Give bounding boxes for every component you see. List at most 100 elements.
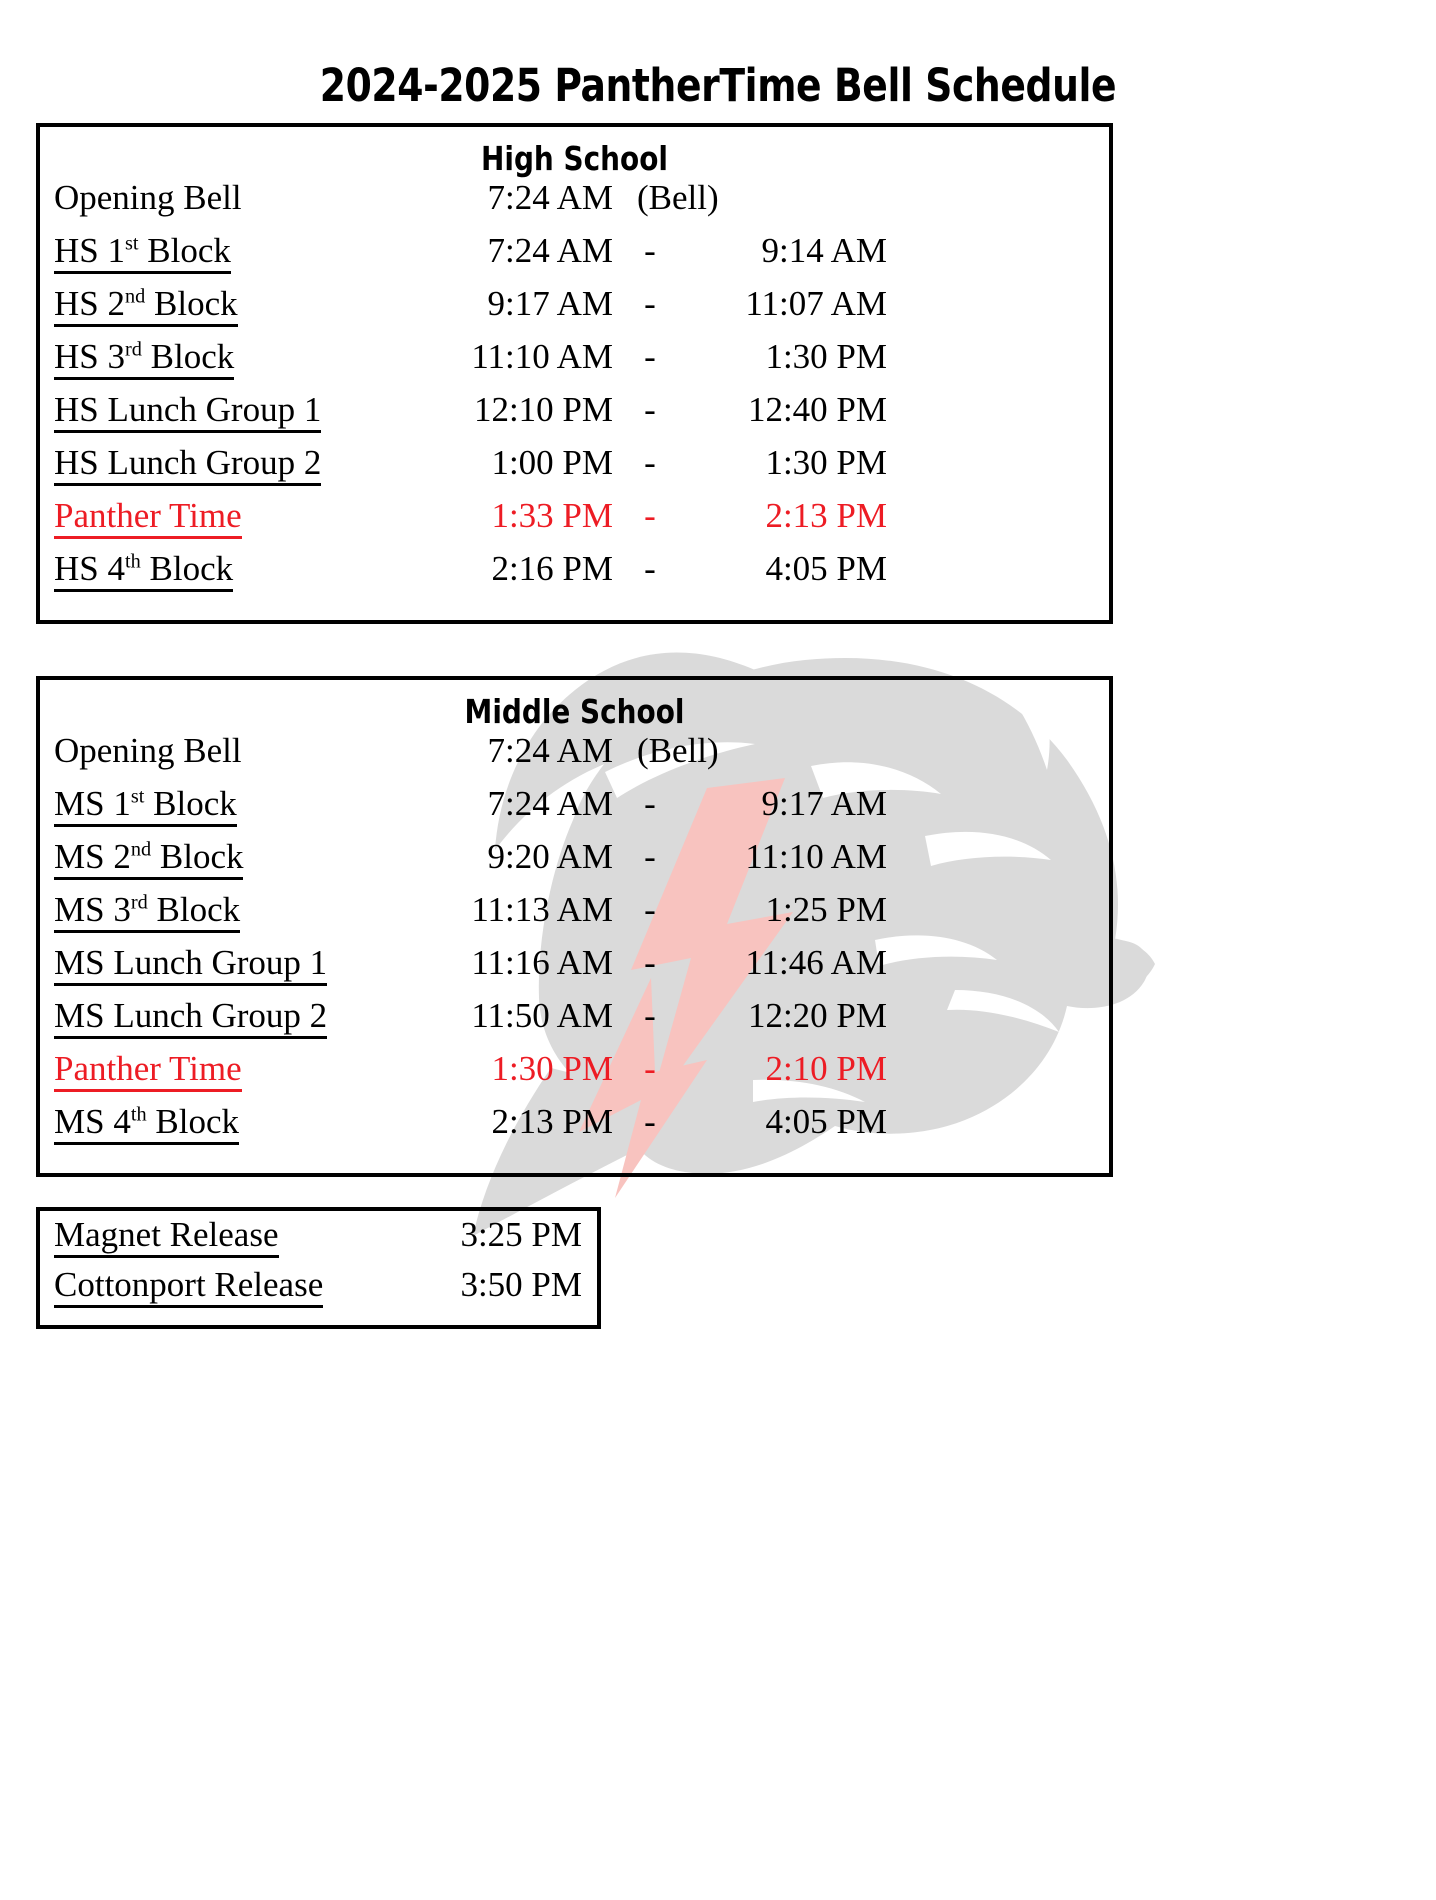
schedule-row: MS 3rd Block 11:13 AM - 1:25 PM <box>40 892 1109 945</box>
schedule-row-end-time: 11:46 AM <box>745 943 887 983</box>
schedule-row-start-time: 1:00 PM <box>491 443 613 483</box>
schedule-row-end-time: 1:30 PM <box>765 337 887 377</box>
schedule-row-start-time: 11:10 AM <box>471 337 613 377</box>
row-label-text: HS 1st Block <box>54 232 231 275</box>
middle-school-schedule-box: Middle School Opening Bell 7:24 AM (Bell) M… <box>36 676 1113 1178</box>
schedule-row-end-time: 2:10 PM <box>765 1049 887 1089</box>
ordinal-suffix: rd <box>125 338 142 361</box>
schedule-row-dash: - <box>644 1102 656 1142</box>
schedule-row-dash: - <box>644 496 656 536</box>
schedule-row-label: HS 2nd Block <box>40 285 420 328</box>
schedule-row-start-time: 7:24 AM <box>487 731 613 771</box>
schedule-row-start-time: 7:24 AM <box>487 178 613 218</box>
row-label-text: HS Lunch Group 2 <box>54 445 322 487</box>
schedule-row-dash: - <box>644 231 656 271</box>
schedule-row: Opening Bell 7:24 AM (Bell) <box>40 733 1109 786</box>
schedule-row-end-time: 4:05 PM <box>765 1102 887 1142</box>
schedule-row-note: (Bell) <box>637 178 719 218</box>
ordinal-suffix: nd <box>125 285 146 308</box>
schedule-row-end-time: 2:13 PM <box>765 496 887 536</box>
schedule-row-start-time: 11:13 AM <box>471 890 613 930</box>
schedule-row-label: HS Lunch Group 2 <box>40 445 420 487</box>
row-label-text: Opening Bell <box>54 731 242 771</box>
schedule-row-end-time: 1:25 PM <box>765 890 887 930</box>
schedule-row-dash: - <box>644 996 656 1036</box>
schedule-row: HS Lunch Group 2 1:00 PM - 1:30 PM <box>40 445 1109 498</box>
release-row: Cottonport Release 3:50 PM <box>40 1267 597 1317</box>
schedule-row-label: HS 1st Block <box>40 232 420 275</box>
schedule-row-end-time: 9:14 AM <box>761 231 887 271</box>
schedule-row-end-time: 1:30 PM <box>765 443 887 483</box>
release-row-label: Magnet Release <box>40 1217 412 1259</box>
release-row: Magnet Release 3:25 PM <box>40 1217 597 1267</box>
schedule-row: HS 2nd Block 9:17 AM - 11:07 AM <box>40 286 1109 339</box>
schedule-row: Panther Time 1:33 PM - 2:13 PM <box>40 498 1109 551</box>
schedule-row-start-time: 2:16 PM <box>491 549 613 589</box>
schedule-row-dash: - <box>644 890 656 930</box>
ordinal-suffix: th <box>125 550 141 573</box>
schedule-row-start-time: 9:20 AM <box>487 837 613 877</box>
schedule-row-note: (Bell) <box>637 731 719 771</box>
schedule-row-dash: - <box>644 784 656 824</box>
schedule-row: HS Lunch Group 1 12:10 PM - 12:40 PM <box>40 392 1109 445</box>
row-label-text: HS 4th Block <box>54 550 234 593</box>
schedule-row-label: HS Lunch Group 1 <box>40 392 420 434</box>
schedule-row: MS 1st Block 7:24 AM - 9:17 AM <box>40 786 1109 839</box>
schedule-row: MS Lunch Group 1 11:16 AM - 11:46 AM <box>40 945 1109 998</box>
ordinal-suffix: rd <box>130 891 148 914</box>
schedule-row-label: MS 4th Block <box>40 1104 420 1146</box>
row-label-text: MS Lunch Group 1 <box>54 945 328 987</box>
schedule-row: HS 3rd Block 11:10 AM - 1:30 PM <box>40 339 1109 392</box>
high-school-schedule-box: High School Opening Bell 7:24 AM (Bell) HS … <box>36 123 1113 625</box>
row-label-text: Opening Bell <box>54 178 242 218</box>
ordinal-suffix: st <box>125 232 139 255</box>
ordinal-suffix: nd <box>130 838 152 861</box>
schedule-row-dash: - <box>644 284 656 324</box>
schedule-row: MS Lunch Group 2 11:50 AM - 12:20 PM <box>40 998 1109 1051</box>
schedule-row: Opening Bell 7:24 AM (Bell) <box>40 180 1109 233</box>
row-label-text: HS Lunch Group 1 <box>54 392 322 434</box>
row-label-text: Panther Time <box>54 498 242 540</box>
release-times-box: Magnet Release 3:25 PM Cottonport Release 3… <box>36 1207 601 1330</box>
schedule-row-end-time: 12:40 PM <box>747 390 887 430</box>
schedule-row-start-time: 2:13 PM <box>491 1102 613 1142</box>
schedule-row-label: Opening Bell <box>40 180 420 215</box>
schedule-row-end-time: 4:05 PM <box>765 549 887 589</box>
schedule-row: MS 2nd Block 9:20 AM - 11:10 AM <box>40 839 1109 892</box>
schedule-row-dash: - <box>644 443 656 483</box>
row-label-text: Panther Time <box>54 1051 242 1093</box>
schedule-row-label: MS Lunch Group 2 <box>40 998 420 1040</box>
schedule-row-label: MS 2nd Block <box>40 838 420 881</box>
page-title: 2024-2025 PantherTime Bell Schedule <box>319 59 1117 112</box>
schedule-row-dash: - <box>644 390 656 430</box>
row-label-text: MS 3rd Block <box>54 891 241 934</box>
schedule-row: Panther Time 1:30 PM - 2:10 PM <box>40 1051 1109 1104</box>
schedule-row-label: MS 3rd Block <box>40 891 420 934</box>
release-rows: Magnet Release 3:25 PM Cottonport Release 3… <box>40 1217 597 1317</box>
row-label-text: MS 2nd Block <box>54 838 244 881</box>
high-school-heading: High School <box>481 139 668 179</box>
schedule-row-start-time: 9:17 AM <box>487 284 613 324</box>
row-label-text: HS 2nd Block <box>54 285 238 328</box>
schedule-row-end-time: 12:20 PM <box>747 996 887 1036</box>
schedule-row-label: Panther Time <box>40 1051 420 1093</box>
schedule-row-dash: - <box>644 837 656 877</box>
middle-school-heading: Middle School <box>464 692 685 732</box>
schedule-row-dash: - <box>644 549 656 589</box>
schedule-row-dash: - <box>644 943 656 983</box>
row-label-text: MS Lunch Group 2 <box>54 998 328 1040</box>
schedule-row-end-time: 11:07 AM <box>745 284 887 324</box>
middle-school-rows: Opening Bell 7:24 AM (Bell) MS 1st Block 7:… <box>40 733 1109 1157</box>
schedule-row: MS 4th Block 2:13 PM - 4:05 PM <box>40 1104 1109 1157</box>
schedule-row: HS 4th Block 2:16 PM - 4:05 PM <box>40 551 1109 604</box>
schedule-row-start-time: 7:24 AM <box>487 784 613 824</box>
schedule-row-label: Opening Bell <box>40 733 420 768</box>
schedule-row-start-time: 7:24 AM <box>487 231 613 271</box>
schedule-row-label: HS 3rd Block <box>40 338 420 381</box>
schedule-row-start-time: 1:30 PM <box>491 1049 613 1089</box>
schedule-row-label: MS 1st Block <box>40 786 420 828</box>
row-label-text: MS 4th Block <box>54 1104 239 1146</box>
schedule-row-start-time: 1:33 PM <box>491 496 613 536</box>
schedule-row-dash: - <box>644 1049 656 1089</box>
schedule-row-label: MS Lunch Group 1 <box>40 945 420 987</box>
